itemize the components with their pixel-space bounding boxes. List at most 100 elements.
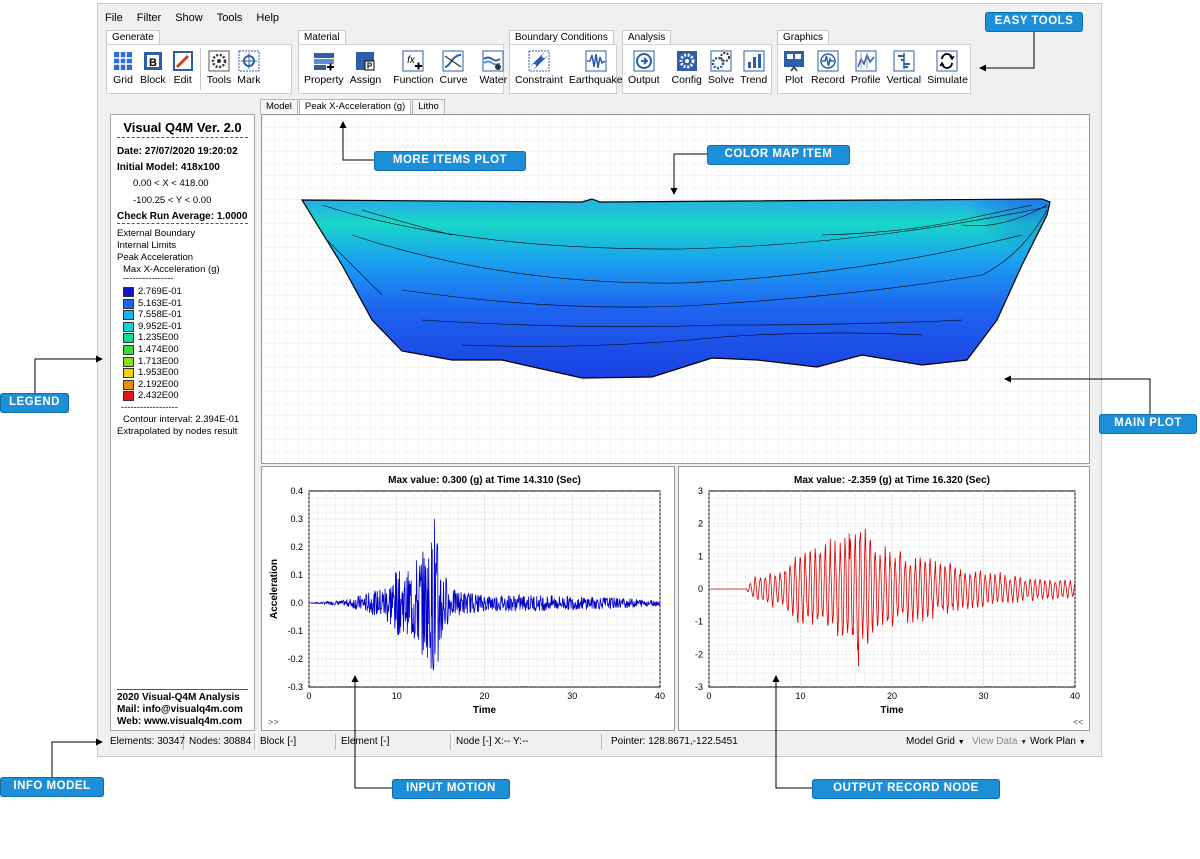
group-title-analysis: Analysis	[622, 30, 672, 45]
y-tick-label: -2	[695, 649, 703, 659]
output-button[interactable]: Output	[625, 48, 663, 93]
legend-row: 2.192E00	[123, 379, 223, 390]
record-button[interactable]: Record	[808, 48, 848, 93]
model-grid-dropdown[interactable]: Model Grid ▼	[903, 734, 969, 750]
footer-web: Web: www.visualq4m.com	[117, 716, 243, 727]
trend-button[interactable]: Trend	[737, 48, 770, 93]
plot-icon	[784, 51, 804, 72]
tools-label: Tools	[206, 74, 232, 86]
tab-model[interactable]: Model	[260, 99, 298, 114]
plot-button[interactable]: Plot	[780, 48, 808, 93]
vertical-button[interactable]: Vertical	[884, 48, 924, 93]
menu-show[interactable]: Show	[168, 10, 210, 26]
view-data-dropdown[interactable]: View Data ▼	[969, 734, 1027, 750]
menu-file[interactable]: File	[98, 10, 130, 26]
status-elements: Elements: 30347	[106, 734, 185, 750]
y-tick-label: -0.3	[287, 682, 303, 692]
tab-peak-x-acceleration[interactable]: Peak X-Acceleration (g)	[298, 99, 412, 114]
plot-tabs: Model Peak X-Acceleration (g) Litho	[260, 99, 446, 114]
grid-icon	[114, 52, 132, 70]
tools-button[interactable]: Tools	[204, 48, 235, 93]
legend-label: 2.432E00	[138, 390, 179, 402]
callout-easy-tools: EASY TOOLS	[985, 12, 1083, 32]
water-button[interactable]: Water	[477, 48, 511, 93]
function-button[interactable]: fx Function	[390, 48, 436, 93]
menu-help[interactable]: Help	[249, 10, 286, 26]
x-tick-label: 40	[1070, 691, 1080, 701]
legend-row: 1.474E00	[123, 344, 223, 355]
extrapolation-note: Extrapolated by nodes result	[117, 426, 238, 437]
assign-button[interactable]: P Assign	[347, 48, 385, 93]
property-button[interactable]: Property	[301, 48, 347, 93]
config-button[interactable]: Config	[669, 48, 705, 93]
contour-interval: Contour interval: 2.394E-01	[123, 414, 240, 425]
legend-label: 2.769E-01	[138, 286, 182, 297]
app-version-title: Visual Q4M Ver. 2.0	[123, 120, 242, 135]
menu-tools[interactable]: Tools	[210, 10, 250, 26]
output-record-plot[interactable]: Max value: -2.359 (g) at Time 16.320 (Se…	[669, 466, 1090, 731]
function-icon: fx	[402, 50, 424, 72]
y-tick-label: 0.2	[290, 542, 303, 552]
grid-button[interactable]: Grid	[109, 48, 137, 93]
legend-swatch	[123, 310, 134, 321]
y-tick-label: -0.2	[287, 654, 303, 664]
group-title-generate: Generate	[106, 30, 160, 45]
target-icon	[238, 50, 260, 72]
output-label: Output	[628, 74, 660, 86]
curve-button[interactable]: Curve	[436, 48, 470, 93]
y-tick-label: 2	[698, 519, 703, 529]
chevron-down-icon: ▼	[957, 739, 965, 746]
menu-bar: File Filter Show Tools Help	[98, 10, 286, 26]
group-title-material: Material	[298, 30, 346, 45]
y-tick-label: 0.3	[290, 514, 303, 524]
legend-swatch	[123, 298, 134, 309]
layer-external-boundary[interactable]: External Boundary	[117, 228, 195, 239]
config-icon	[676, 51, 697, 71]
callout-output-record-node: OUTPUT RECORD NODE	[812, 779, 1000, 799]
block-button[interactable]: B Block	[137, 48, 169, 93]
legend-label: 2.192E00	[138, 378, 179, 390]
input-motion-chart: Max value: 0.300 (g) at Time 14.310 (Sec…	[268, 475, 665, 727]
svg-text:B: B	[149, 57, 157, 69]
simulate-button[interactable]: Simulate	[924, 48, 971, 93]
legend-label: 1.474E00	[138, 344, 179, 355]
mark-button[interactable]: Mark	[234, 48, 263, 93]
menu-filter[interactable]: Filter	[130, 10, 168, 26]
legend-swatch	[123, 333, 134, 344]
constraint-label: Constraint	[515, 74, 563, 86]
layer-internal-limits[interactable]: Internal Limits	[117, 240, 176, 251]
x-tick-label: 20	[887, 691, 897, 701]
edit-button[interactable]: Edit	[169, 48, 197, 93]
legend-label: 9.952E-01	[138, 320, 182, 332]
legend-swatch	[123, 287, 134, 297]
input-motion-plot[interactable]: Max value: 0.300 (g) at Time 14.310 (Sec…	[261, 466, 675, 731]
legend-label: 7.558E-01	[138, 309, 182, 321]
tab-litho[interactable]: Litho	[412, 99, 445, 114]
profile-button[interactable]: Profile	[848, 48, 884, 93]
y-tick-label: 0.4	[290, 486, 303, 496]
constraint-icon	[528, 50, 550, 72]
block-label: Block	[140, 74, 166, 86]
earthquake-button[interactable]: Earthquake	[566, 48, 626, 93]
y-tick-label: 0	[698, 584, 703, 594]
work-plan-dropdown[interactable]: Work Plan ▼	[1027, 734, 1093, 750]
legend-label: 1.235E00	[138, 332, 179, 344]
grid-label: Grid	[113, 74, 133, 86]
nav-arrow: >>	[268, 717, 279, 727]
legend-row: 1.953E00	[123, 367, 223, 379]
svg-text:fx: fx	[407, 55, 416, 66]
profile-label: Profile	[850, 74, 881, 86]
application-window: File Filter Show Tools Help Generate Gri…	[97, 3, 1102, 757]
solve-button[interactable]: Solve	[705, 48, 737, 93]
layer-peak-acceleration[interactable]: Peak Acceleration	[117, 252, 193, 263]
legend-swatch	[123, 345, 134, 355]
status-block: Block [-]	[256, 734, 336, 750]
config-label: Config	[671, 74, 702, 86]
record-label: Record	[811, 74, 845, 86]
constraint-button[interactable]: Constraint	[512, 48, 566, 93]
record-icon	[817, 50, 839, 72]
solve-label: Solve	[707, 74, 735, 86]
bar-chart-icon	[743, 50, 765, 72]
info-x-range: 0.00 < X < 418.00	[133, 178, 209, 189]
footer-mail: Mail: info@visualq4m.com	[117, 704, 243, 715]
